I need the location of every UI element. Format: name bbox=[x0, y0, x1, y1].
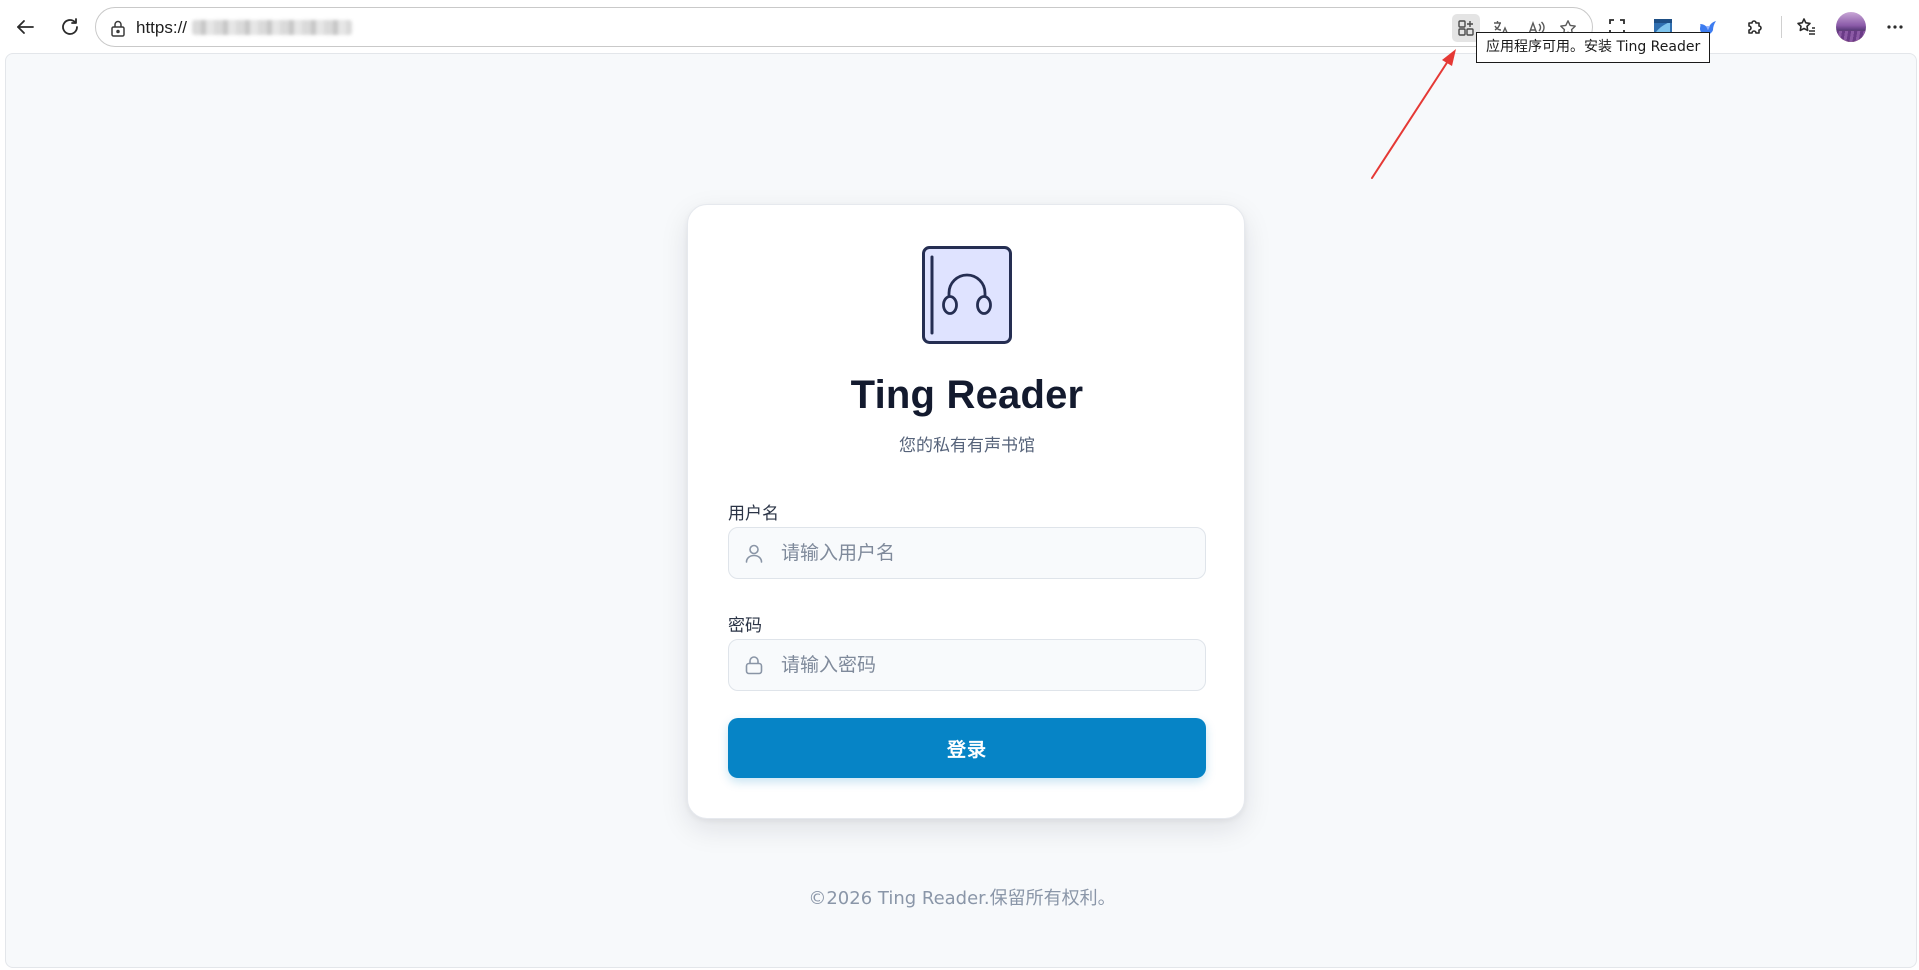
extensions-puzzle-icon bbox=[1748, 20, 1762, 34]
lock-icon[interactable] bbox=[108, 18, 128, 38]
extensions-button[interactable] bbox=[1737, 9, 1773, 45]
back-arrow-icon bbox=[17, 20, 34, 34]
install-tooltip: 应用程序可用。安装 Ting Reader bbox=[1476, 32, 1711, 63]
address-bar[interactable]: https:// bbox=[95, 7, 1593, 47]
refresh-button[interactable] bbox=[52, 9, 88, 45]
headphones-book-logo bbox=[922, 246, 1012, 344]
profile-avatar[interactable] bbox=[1836, 12, 1866, 42]
password-input[interactable] bbox=[779, 640, 1199, 690]
url-text[interactable]: https:// bbox=[136, 17, 187, 39]
footer-copyright: ©2026 Ting Reader.保留所有权利。 bbox=[808, 888, 1116, 909]
app-subtitle: 您的私有有声书馆 bbox=[899, 436, 1035, 456]
refresh-icon bbox=[62, 18, 78, 35]
browser-toolbar: https:// 应用程序可用。安装 Ting Reader bbox=[0, 0, 1919, 63]
login-card: Ting Reader 您的私有有声书馆 用户名 密码 登录 bbox=[687, 204, 1245, 819]
more-dots-icon bbox=[1887, 25, 1903, 29]
username-input[interactable] bbox=[779, 528, 1199, 578]
user-icon bbox=[745, 544, 763, 563]
page-viewport: Ting Reader 您的私有有声书馆 用户名 密码 登录 ©2026 Tin… bbox=[5, 53, 1917, 968]
app-title: Ting Reader bbox=[850, 373, 1084, 417]
back-button[interactable] bbox=[7, 9, 43, 45]
favorites-button[interactable] bbox=[1788, 9, 1824, 45]
favorites-list-icon bbox=[1797, 18, 1815, 35]
username-field[interactable] bbox=[728, 527, 1206, 579]
password-label: 密码 bbox=[728, 616, 762, 636]
username-label: 用户名 bbox=[728, 504, 779, 524]
toolbar-separator bbox=[1781, 16, 1782, 38]
more-menu-button[interactable] bbox=[1877, 9, 1913, 45]
password-field[interactable] bbox=[728, 639, 1206, 691]
login-button[interactable]: 登录 bbox=[728, 718, 1206, 778]
url-blurred bbox=[192, 20, 352, 35]
lock-icon bbox=[745, 656, 763, 675]
app-install-icon bbox=[1458, 20, 1474, 36]
